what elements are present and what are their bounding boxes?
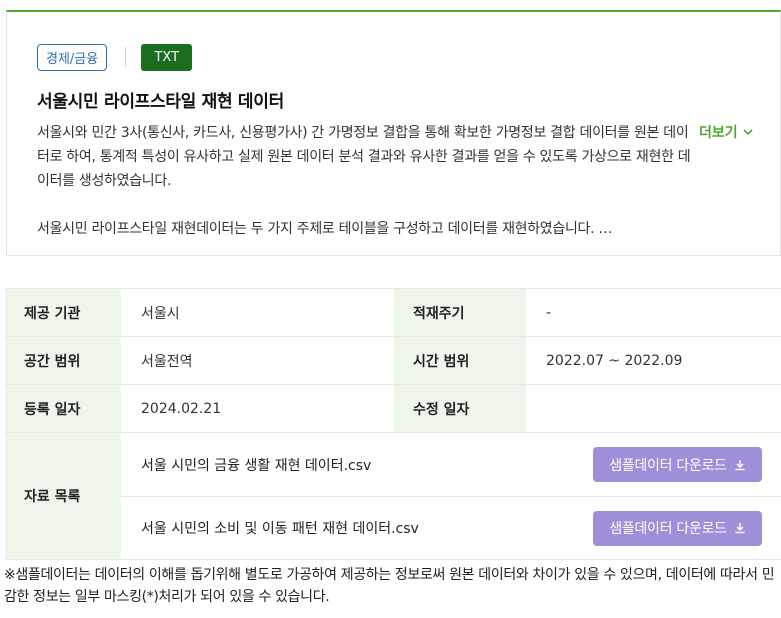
cycle-value: - <box>526 288 781 337</box>
space-range-label: 공간 범위 <box>5 336 121 385</box>
metadata-row-range: 공간 범위 서울전역 시간 범위 2022.07 ~ 2022.09 <box>5 336 781 385</box>
time-range-value: 2022.07 ~ 2022.09 <box>526 336 781 385</box>
file-row: 서울 시민의 금융 생활 재현 데이터.csv 샘플데이터 다운로드 <box>121 433 781 496</box>
download-icon <box>735 459 745 470</box>
time-range-label: 시간 범위 <box>394 336 526 385</box>
metadata-row-files: 자료 목록 서울 시민의 금융 생활 재현 데이터.csv 샘플데이터 다운로드… <box>5 432 781 560</box>
provider-value: 서울시 <box>121 288 394 337</box>
format-badge: TXT <box>141 43 193 71</box>
sample-download-button[interactable]: 샘플데이터 다운로드 <box>593 447 762 482</box>
modified-date-value <box>526 384 781 433</box>
more-label: 더보기 <box>699 125 738 141</box>
description-paragraph-1: 서울시와 민간 3사(통신사, 카드사, 신용평가사) 간 가명정보 결합을 통… <box>37 125 691 189</box>
registered-date-value: 2024.02.21 <box>121 384 394 433</box>
more-button[interactable]: 더보기 <box>699 122 753 142</box>
file-row: 서울 시민의 소비 및 이동 패턴 재현 데이터.csv 샘플데이터 다운로드 <box>121 496 781 559</box>
cycle-label: 적재주기 <box>394 288 526 337</box>
sample-data-notice: ※샘플데이터는 데이터의 이해를 돕기위해 별도로 가공하여 제공하는 정보로써… <box>4 567 775 605</box>
sample-download-button[interactable]: 샘플데이터 다운로드 <box>593 510 762 546</box>
dataset-summary-card: 경제/금융 TXT 서울시민 라이프스타일 재현 데이터 서울시와 민간 3사(… <box>6 10 781 256</box>
download-icon <box>735 523 745 534</box>
category-tag[interactable]: 경제/금융 <box>37 43 108 71</box>
download-button-label: 샘플데이터 다운로드 <box>609 457 727 474</box>
metadata-row-dates: 등록 일자 2024.02.21 수정 일자 <box>5 384 781 433</box>
space-range-value: 서울전역 <box>121 336 394 385</box>
tag-group: 경제/금융 TXT <box>37 43 193 71</box>
dataset-title: 서울시민 라이프스타일 재현 데이터 <box>37 92 284 112</box>
file-name: 서울 시민의 금융 생활 재현 데이터.csv <box>141 457 372 474</box>
tag-divider <box>125 47 127 67</box>
modified-date-label: 수정 일자 <box>394 384 526 433</box>
provider-label: 제공 기관 <box>5 288 121 337</box>
download-button-label: 샘플데이터 다운로드 <box>609 521 727 537</box>
file-list-label: 자료 목록 <box>5 432 121 560</box>
metadata-table: 제공 기관 서울시 적재주기 - 공간 범위 서울전역 시간 범위 2022.0… <box>5 288 781 560</box>
description-paragraph-2: 서울시민 라이프스타일 재현데이터는 두 가지 주제로 테이블을 구성하고 데이… <box>37 221 613 237</box>
file-name: 서울 시민의 소비 및 이동 패턴 재현 데이터.csv <box>141 521 419 537</box>
registered-date-label: 등록 일자 <box>5 384 121 433</box>
file-list: 서울 시민의 금융 생활 재현 데이터.csv 샘플데이터 다운로드 서울 시민… <box>121 432 781 560</box>
chevron-down-icon <box>743 128 753 135</box>
metadata-row-provider: 제공 기관 서울시 적재주기 - <box>5 288 781 337</box>
dataset-description: 서울시와 민간 3사(통신사, 카드사, 신용평가사) 간 가명정보 결합을 통… <box>37 121 692 241</box>
